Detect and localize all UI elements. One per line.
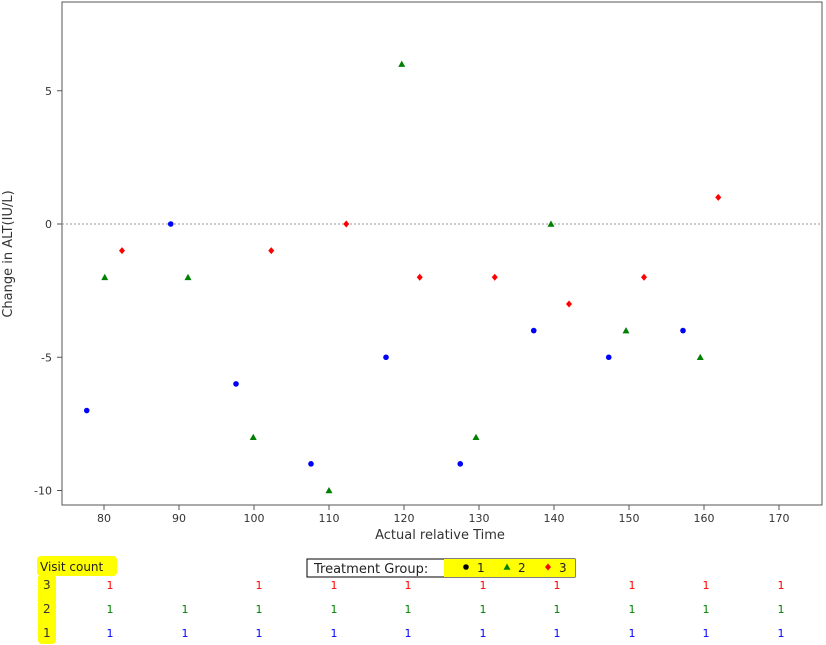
visit-count-value: 1 — [405, 627, 412, 640]
legend-title: Treatment Group: — [313, 562, 428, 577]
x-tick-label: 140 — [544, 512, 565, 525]
visit-count-value: 1 — [331, 627, 338, 640]
visit-count-value: 1 — [778, 627, 785, 640]
visit-count-value: 1 — [182, 627, 189, 640]
visit-row-label: 1 — [43, 626, 51, 640]
visit-count-value: 1 — [480, 627, 487, 640]
x-tick-label: 160 — [694, 512, 715, 525]
visit-count-value: 1 — [629, 579, 636, 592]
x-axis-label: Actual relative Time — [375, 528, 505, 543]
visit-count-value: 1 — [107, 627, 114, 640]
visit-count-value: 1 — [703, 627, 710, 640]
y-tick-label: 5 — [45, 85, 52, 98]
visit-count-value: 1 — [629, 627, 636, 640]
visit-count-value: 1 — [331, 579, 338, 592]
x-tick-label: 110 — [319, 512, 340, 525]
visit-count-value: 1 — [554, 579, 561, 592]
visit-count-value: 1 — [629, 603, 636, 616]
visit-count-value: 1 — [405, 579, 412, 592]
data-point-group-1 — [167, 221, 174, 227]
x-tick-label: 130 — [469, 512, 490, 525]
data-point-group-1 — [383, 354, 389, 361]
x-tick-label: 170 — [769, 512, 790, 525]
y-tick-label: -10 — [34, 485, 52, 498]
x-tick-label: 90 — [172, 512, 186, 525]
legend-label: 2 — [518, 561, 526, 575]
visit-count-value: 1 — [703, 579, 710, 592]
visit-count-value: 1 — [256, 627, 263, 640]
data-point-group-1 — [457, 461, 464, 467]
visit-count-value: 1 — [554, 603, 561, 616]
data-point-group-1 — [308, 461, 314, 467]
visit-count-value: 1 — [480, 579, 487, 592]
y-tick-label: 0 — [45, 218, 52, 231]
x-tick-label: 80 — [97, 512, 111, 525]
visit-count-value: 1 — [256, 579, 263, 592]
background — [0, 0, 826, 645]
legend-marker-1 — [463, 564, 469, 570]
visit-count-value: 1 — [778, 603, 785, 616]
scatter-chart: 50-5-10 8090100110120130140150160170180 … — [0, 0, 826, 645]
visit-count-value: 1 — [703, 603, 710, 616]
visit-count-value: 1 — [778, 579, 785, 592]
visit-count-value: 1 — [405, 603, 412, 616]
legend-label: 1 — [477, 561, 485, 575]
data-point-group-1 — [605, 354, 612, 361]
visit-count-value: 1 — [182, 603, 189, 616]
visit-count-value: 1 — [107, 579, 114, 592]
visit-count-title: Visit count — [40, 560, 104, 574]
visit-count-value: 1 — [480, 603, 487, 616]
legend: Treatment Group: 1 2 3 — [306, 558, 576, 578]
visit-row-label: 2 — [43, 602, 51, 616]
visit-count-value: 1 — [107, 603, 114, 616]
legend-label: 3 — [559, 561, 567, 575]
x-tick-label: 150 — [619, 512, 640, 525]
visit-row-label: 3 — [43, 578, 51, 592]
y-tick-label: -5 — [41, 351, 52, 364]
visit-count-value: 1 — [554, 627, 561, 640]
y-axis-label: Change in ALT(IU/L) — [1, 190, 16, 317]
x-tick-label: 100 — [244, 512, 265, 525]
x-tick-label: 120 — [394, 512, 415, 525]
chart-root: 50-5-10 8090100110120130140150160170180 … — [0, 0, 826, 645]
data-point-group-1 — [233, 381, 239, 387]
visit-count-value: 1 — [331, 603, 338, 616]
data-point-group-1 — [83, 407, 90, 414]
data-point-group-1 — [680, 327, 686, 334]
visit-count-value: 1 — [256, 603, 263, 616]
data-point-group-1 — [530, 327, 537, 334]
